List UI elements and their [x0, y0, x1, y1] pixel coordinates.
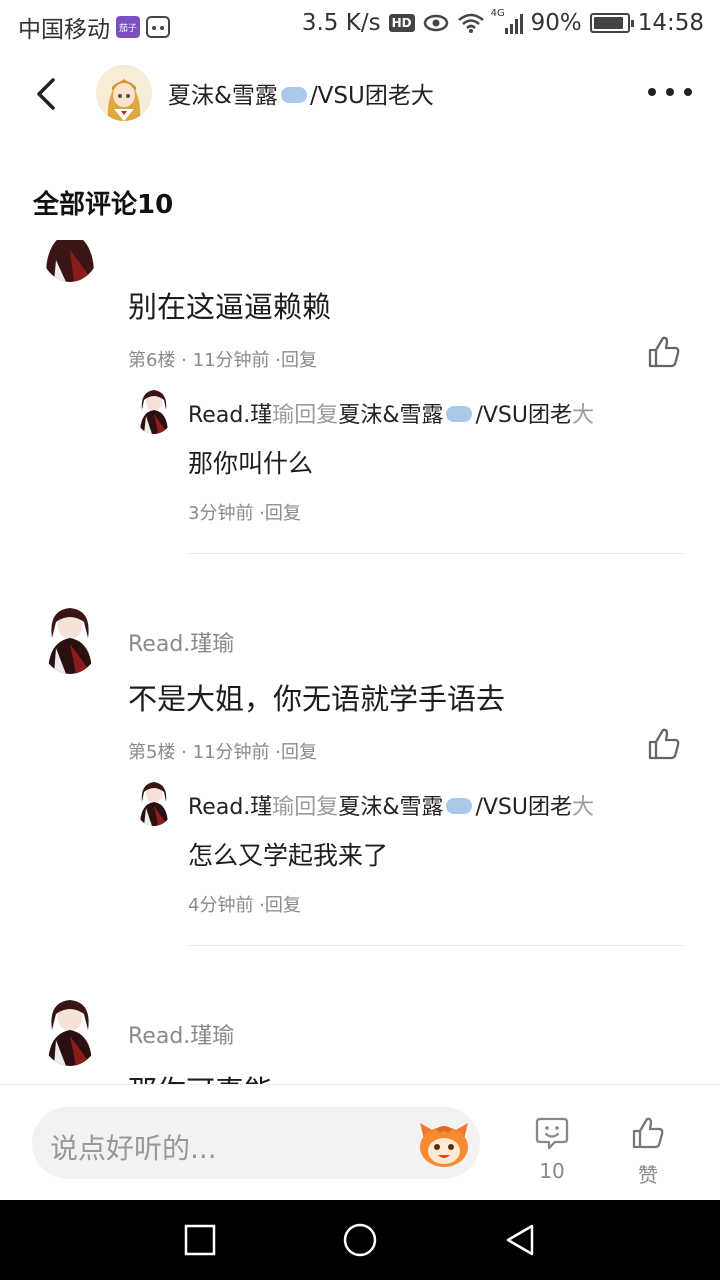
author-name[interactable]: 夏沫&雪露/VSU团老大	[168, 76, 434, 110]
more-icon-dot	[666, 88, 674, 96]
reply-header[interactable]: Read.瑾瑜回复夏沫&雪露/VSU团老大	[188, 397, 594, 429]
comment-text: 那你可真能	[128, 1068, 273, 1084]
comments-section-title: 全部评论10	[33, 190, 174, 220]
signal-icon: 4G	[491, 8, 523, 34]
system-navigation-bar	[0, 1200, 720, 1280]
battery-level	[593, 17, 623, 29]
thumbs-up-icon	[648, 336, 680, 368]
comment-meta[interactable]: 第6楼 · 11分钟前 ·回复	[128, 346, 317, 372]
comment-bubble-icon	[535, 1117, 569, 1150]
back-button[interactable]	[28, 74, 64, 114]
reply-avatar[interactable]	[134, 386, 174, 434]
bottom-action-bar: 说点好听的... 10 赞	[0, 1084, 720, 1200]
reply-target-tail: 大	[572, 795, 595, 820]
reply-target-tail: 大	[572, 403, 595, 428]
commenter-name[interactable]: Read.瑾瑜	[128, 626, 234, 658]
dark-hair-avatar-image	[40, 994, 100, 1066]
reply-target-suffix: /VSU团老	[475, 795, 572, 820]
wifi-icon	[457, 13, 484, 33]
nav-back-button[interactable]	[502, 1222, 538, 1258]
anime-girl-avatar-image	[96, 65, 152, 121]
back-arrow-icon	[37, 78, 55, 110]
status-bar: 中国移动 茄子 3.5 K/s HD 4G 90% 14:58	[0, 0, 720, 50]
comment-list[interactable]: 别在这逼逼赖赖 第6楼 · 11分钟前 ·回复 Read.瑾瑜回复夏沫&雪露/V…	[0, 240, 720, 1084]
cloud-icon	[280, 86, 307, 103]
commenter-name[interactable]: Read.瑾瑜	[128, 1018, 234, 1050]
status-left: 中国移动 茄子	[18, 10, 170, 44]
mascot-emoji-icon[interactable]	[416, 1117, 472, 1169]
dark-hair-avatar-image	[40, 602, 100, 674]
comment-text: 不是大姐，你无语就学手语去	[128, 682, 506, 716]
like-button[interactable]	[646, 334, 682, 370]
comment-input-placeholder: 说点好听的...	[50, 1132, 217, 1165]
author-name-main: 夏沫&雪露	[168, 83, 278, 109]
more-icon-dot	[684, 88, 692, 96]
commenter-avatar[interactable]	[40, 994, 100, 1066]
thumbs-up-icon	[648, 728, 680, 760]
battery-percent: 90%	[530, 10, 582, 36]
more-button[interactable]	[648, 80, 692, 104]
hd-icon: HD	[388, 14, 415, 32]
game-notification-icon	[146, 16, 170, 38]
author-name-suffix: /VSU团老大	[309, 83, 434, 109]
carrier-label: 中国移动	[18, 17, 110, 43]
network-speed: 3.5 K/s	[301, 10, 381, 36]
thumbs-up-icon	[632, 1117, 664, 1149]
like-button[interactable]	[646, 726, 682, 762]
more-icon-dot	[648, 88, 656, 96]
app-notification-icon: 茄子	[116, 16, 140, 38]
divider	[188, 553, 684, 554]
cloud-icon	[446, 406, 473, 422]
reply-target: 夏沫&雪露	[338, 795, 444, 820]
reply-target-suffix: /VSU团老	[475, 403, 572, 428]
reply-author: Read.瑾	[188, 795, 273, 820]
circle-icon	[343, 1223, 377, 1257]
reply-target: 夏沫&雪露	[338, 403, 444, 428]
like-post-button[interactable]: 赞	[618, 1115, 678, 1195]
reply-author-tail: 瑜	[272, 403, 295, 428]
eye-icon	[423, 14, 448, 32]
home-button[interactable]	[342, 1222, 378, 1258]
reply-author-tail: 瑜	[272, 795, 295, 820]
reply-text: 那你叫什么	[188, 449, 314, 478]
reply-author: Read.瑾	[188, 403, 273, 428]
battery-icon	[589, 13, 634, 33]
comment-input[interactable]: 说点好听的...	[32, 1107, 480, 1179]
reply-word: 回复	[294, 795, 339, 820]
reply-meta[interactable]: 4分钟前 ·回复	[188, 891, 301, 917]
comment-text: 别在这逼逼赖赖	[128, 290, 332, 324]
network-type: 4G	[490, 8, 505, 19]
cloud-icon	[446, 798, 473, 814]
commenter-avatar[interactable]	[40, 602, 100, 674]
dark-hair-avatar-image	[134, 386, 174, 434]
comments-count-button[interactable]: 10	[522, 1115, 582, 1195]
dark-hair-avatar-image	[40, 240, 100, 282]
comment-meta[interactable]: 第5楼 · 11分钟前 ·回复	[128, 738, 317, 764]
reply-text: 怎么又学起我来了	[188, 841, 389, 870]
dark-hair-avatar-image	[134, 778, 174, 826]
recent-apps-button[interactable]	[182, 1222, 218, 1258]
reply-word: 回复	[294, 403, 339, 428]
status-right: 3.5 K/s HD 4G 90% 14:58	[301, 8, 704, 36]
header: 夏沫&雪露/VSU团老大	[0, 50, 720, 138]
reply-header[interactable]: Read.瑾瑜回复夏沫&雪露/VSU团老大	[188, 789, 594, 821]
divider	[188, 945, 684, 946]
square-icon	[184, 1224, 216, 1256]
author-avatar[interactable]	[96, 65, 152, 121]
commenter-avatar[interactable]	[40, 240, 100, 282]
like-label: 赞	[638, 1163, 658, 1187]
reply-meta[interactable]: 3分钟前 ·回复	[188, 499, 301, 525]
clock: 14:58	[637, 10, 704, 36]
reply-avatar[interactable]	[134, 778, 174, 826]
triangle-back-icon	[506, 1224, 534, 1256]
comments-count: 10	[539, 1159, 565, 1183]
